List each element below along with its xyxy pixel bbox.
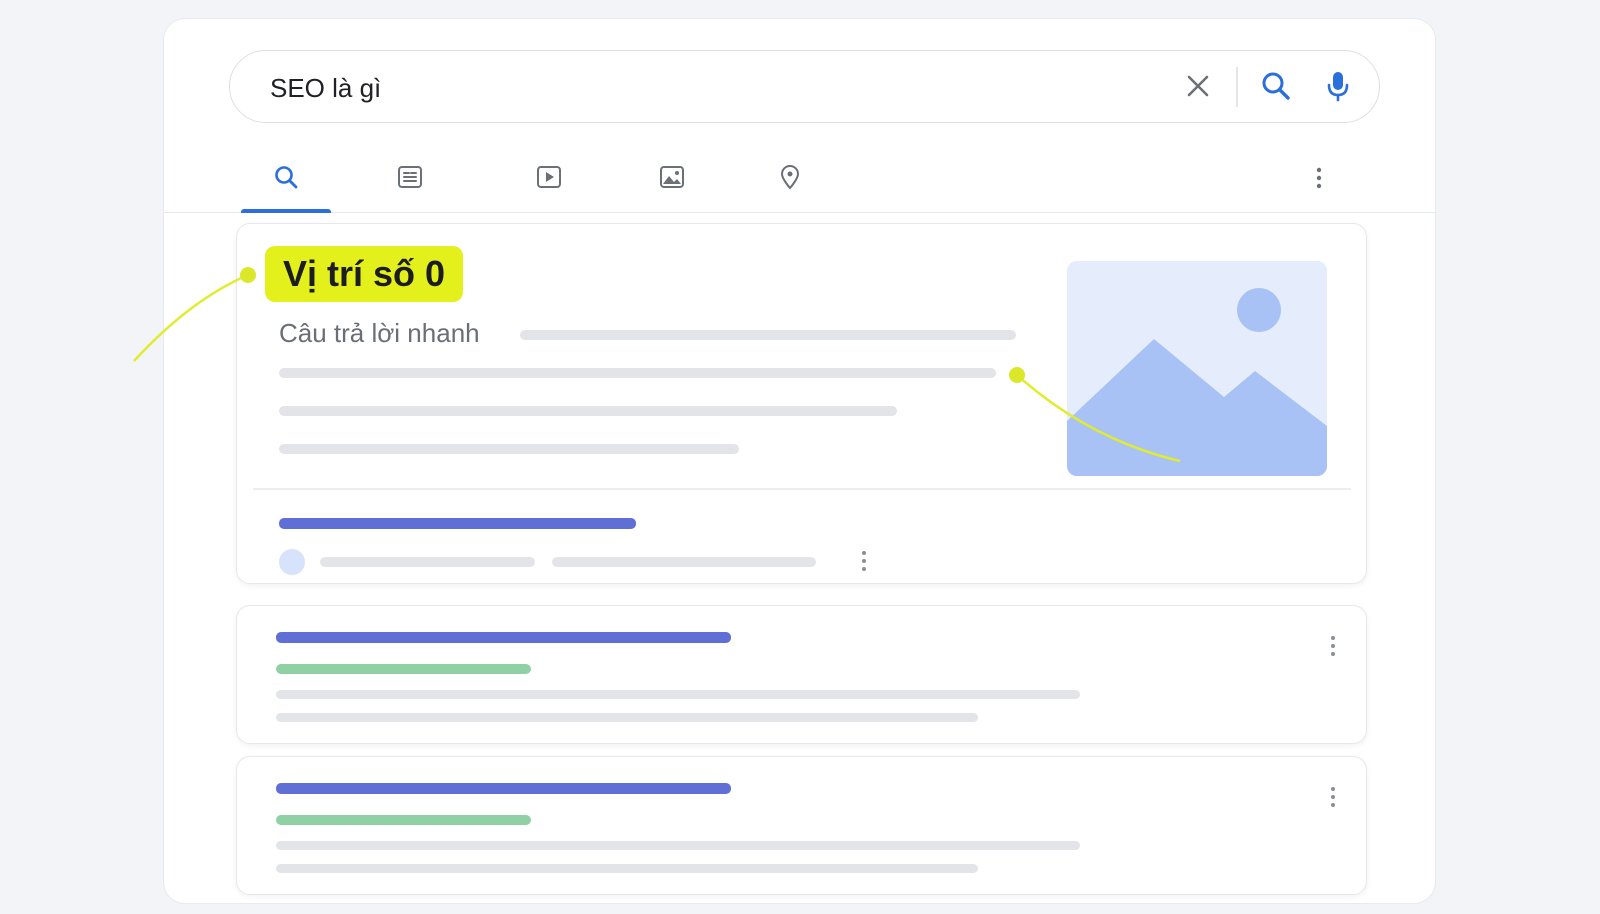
result-title-line[interactable]	[279, 518, 636, 529]
snippet-text-line	[279, 406, 897, 416]
image-icon	[660, 166, 684, 188]
tab-maps[interactable]	[745, 151, 835, 203]
site-favicon	[279, 549, 305, 575]
result-menu-icon[interactable]	[1323, 785, 1343, 809]
result-url-line[interactable]	[276, 664, 531, 674]
search-results-window: SEO là gì Vị trí số 0 Câu trả lời nhanh	[163, 18, 1436, 904]
result-menu-icon[interactable]	[1323, 634, 1343, 658]
microphone-icon[interactable]	[1320, 68, 1356, 104]
result-source-line	[552, 557, 816, 567]
map-pin-icon	[780, 165, 800, 190]
result-text-line	[276, 864, 978, 873]
search-bar[interactable]: SEO là gì	[229, 50, 1380, 123]
search-result-card[interactable]	[236, 756, 1367, 895]
result-text-line	[276, 841, 1080, 850]
video-icon	[537, 166, 561, 188]
result-url-line[interactable]	[276, 815, 531, 825]
featured-snippet-card[interactable]: Vị trí số 0 Câu trả lời nhanh	[236, 223, 1367, 584]
snippet-text-line	[520, 330, 1016, 340]
result-title-line[interactable]	[276, 632, 731, 643]
card-divider	[253, 488, 1351, 490]
clear-icon[interactable]	[1180, 68, 1216, 104]
result-text-line	[276, 690, 1080, 699]
stage: SEO là gì Vị trí số 0 Câu trả lời nhanh	[0, 0, 1600, 914]
tab-videos[interactable]	[504, 151, 594, 203]
search-query[interactable]: SEO là gì	[270, 73, 381, 104]
search-result-card[interactable]	[236, 605, 1367, 744]
result-source-line	[320, 557, 535, 567]
snippet-text-line	[279, 368, 996, 378]
result-text-line	[276, 713, 978, 722]
tab-news[interactable]	[365, 151, 455, 203]
tab-images[interactable]	[627, 151, 717, 203]
position-zero-badge: Vị trí số 0	[265, 246, 464, 302]
result-menu-icon[interactable]	[854, 549, 874, 573]
quick-answer-label: Câu trả lời nhanh	[279, 318, 480, 348]
search-tabs	[164, 141, 1435, 213]
tab-all[interactable]	[241, 151, 331, 213]
snippet-text-line	[279, 444, 739, 454]
result-title-line[interactable]	[276, 783, 731, 794]
image-placeholder-icon[interactable]	[1067, 261, 1327, 476]
search-icon	[275, 166, 298, 189]
search-bar-divider	[1236, 67, 1238, 107]
news-icon	[398, 166, 422, 188]
search-icon[interactable]	[1258, 68, 1294, 104]
more-options-icon[interactable]	[1304, 163, 1334, 193]
